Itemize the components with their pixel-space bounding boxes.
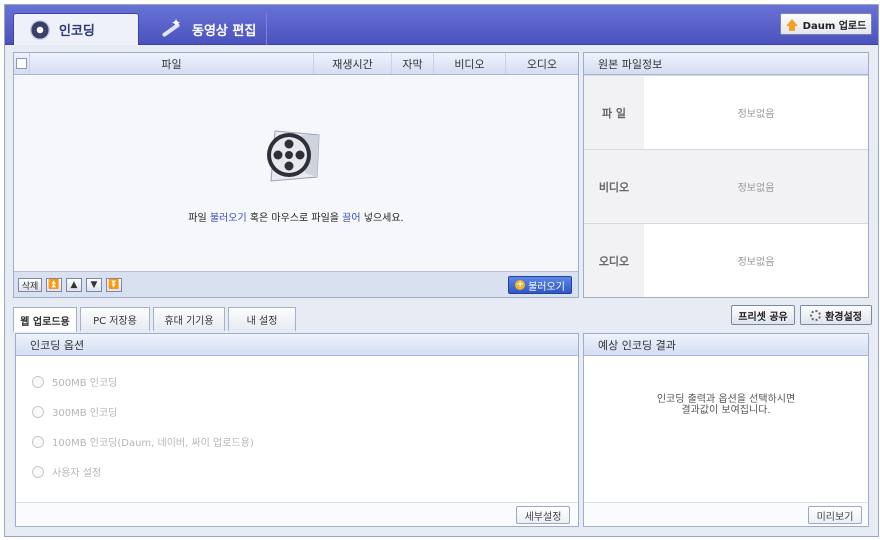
magic-wand-icon (159, 16, 183, 38)
option-label: 100MB 인코딩(Daum, 네이버, 싸이 업로드용) (52, 438, 254, 449)
info-row-video: 비디오 정보없음 (584, 149, 868, 223)
option-label: 사용자 설정 (52, 468, 102, 479)
checkbox-box (16, 58, 27, 69)
daum-upload-button[interactable]: Daum 업로드 (780, 13, 872, 35)
tab-encoding[interactable]: 인코딩 (13, 13, 139, 45)
option-300mb[interactable]: 300MB 인코딩 (32, 404, 117, 419)
file-list-panel: 파일 재생시간 자막 비디오 오디오 파일 불러오기 혹은 마우스로 파일을 끌… (13, 52, 579, 298)
delete-button[interactable]: 삭제 (18, 278, 42, 292)
option-500mb[interactable]: 500MB 인코딩 (32, 374, 117, 389)
option-100mb[interactable]: 100MB 인코딩(Daum, 네이버, 싸이 업로드용) (32, 434, 254, 449)
file-drop-area[interactable]: 파일 불러오기 혹은 마우스로 파일을 끌어 넣으세요. (14, 75, 578, 271)
expected-result-title: 예상 인코딩 결과 (584, 334, 868, 356)
info-value-audio: 정보없음 (737, 257, 775, 268)
move-top-button[interactable]: ⏫ (46, 278, 62, 292)
radio-button (32, 375, 44, 388)
option-label: 500MB 인코딩 (52, 378, 118, 389)
film-reel-icon (267, 130, 320, 182)
drag-link[interactable]: 끌어 (342, 213, 360, 224)
film-reel-icon (30, 19, 50, 40)
move-down-icon: ▼ (90, 280, 98, 290)
col-duration[interactable]: 재생시간 (314, 53, 392, 74)
preview-button[interactable]: 미리보기 (808, 506, 862, 524)
result-line-1: 인코딩 출력과 옵션을 선택하시면 (656, 394, 796, 405)
app-window: 인코딩 동영상 편집 Daum 업로드 파일 재생시간 자막 비디오 오디오 (4, 4, 879, 537)
preset-share-button[interactable]: 프리셋 공유 (731, 305, 795, 325)
move-bottom-button[interactable]: ⏬ (106, 278, 122, 292)
tab-my-settings[interactable]: 내 설정 (228, 307, 296, 331)
col-subtitle[interactable]: 자막 (392, 53, 434, 74)
info-label-audio: 오디오 (584, 224, 644, 297)
source-info-panel: 원본 파일정보 파 일 정보없음 비디오 정보없음 오디오 정보없음 (583, 52, 869, 298)
radio-button (32, 435, 44, 448)
expected-result-message: 인코딩 출력과 옵션을 선택하시면 결과값이 보여집니다. (584, 394, 868, 416)
load-button-label: 불러오기 (528, 281, 565, 293)
drop-text-mid: 혹은 마우스로 파일을 (246, 213, 343, 224)
load-link[interactable]: 불러오기 (210, 213, 247, 224)
encoding-options-footer: 세부설정 (16, 502, 578, 526)
drop-text-post: 넣으세요. (360, 213, 404, 224)
option-custom[interactable]: 사용자 설정 (32, 464, 101, 479)
radio-button (32, 405, 44, 418)
encoding-options-title: 인코딩 옵션 (16, 334, 578, 356)
encoding-options-panel: 인코딩 옵션 500MB 인코딩 300MB 인코딩 100MB 인코딩(Dau… (15, 333, 579, 527)
tab-encoding-label: 인코딩 (59, 24, 95, 39)
detail-settings-button[interactable]: 세부설정 (516, 506, 570, 524)
tab-web-upload[interactable]: 웹 업로드용 (13, 307, 77, 332)
select-all-checkbox[interactable] (14, 53, 30, 74)
source-info-title: 원본 파일정보 (584, 53, 868, 75)
col-video[interactable]: 비디오 (434, 53, 506, 74)
move-top-icon: ⏫ (48, 280, 60, 290)
radio-button (32, 465, 44, 478)
info-row-audio: 오디오 정보없음 (584, 223, 868, 297)
info-label-video: 비디오 (584, 150, 644, 223)
tab-pc-storage[interactable]: PC 저장용 (80, 307, 150, 331)
move-up-button[interactable]: ▲ (66, 278, 82, 292)
result-line-2: 결과값이 보여집니다. (681, 405, 771, 416)
option-label: 300MB 인코딩 (52, 408, 118, 419)
upload-arrow-icon (785, 18, 798, 31)
file-list-header: 파일 재생시간 자막 비디오 오디오 (14, 53, 578, 75)
info-value-file: 정보없음 (737, 109, 775, 120)
plus-icon: + (515, 280, 526, 290)
load-button[interactable]: + 불러오기 (508, 276, 572, 294)
drop-instructions: 파일 불러오기 혹은 마우스로 파일을 끌어 넣으세요. (14, 209, 578, 224)
col-file[interactable]: 파일 (30, 53, 314, 74)
move-down-button[interactable]: ▼ (86, 278, 102, 292)
info-label-file: 파 일 (584, 76, 644, 149)
tab-mobile-device[interactable]: 휴대 기기용 (153, 307, 225, 331)
move-bottom-icon: ⏬ (108, 280, 120, 290)
col-audio[interactable]: 오디오 (506, 53, 578, 74)
info-row-file: 파 일 정보없음 (584, 75, 868, 149)
expected-result-panel: 예상 인코딩 결과 인코딩 출력과 옵션을 선택하시면 결과값이 보여집니다. … (583, 333, 869, 527)
env-settings-button[interactable]: 환경설정 (800, 305, 872, 325)
move-up-icon: ▲ (70, 280, 78, 290)
tab-video-edit[interactable]: 동영상 편집 (143, 13, 267, 45)
top-tab-bar: 인코딩 동영상 편집 Daum 업로드 (5, 5, 878, 45)
drop-text-pre: 파일 (188, 213, 210, 224)
info-value-video: 정보없음 (737, 183, 775, 194)
gear-icon (810, 309, 822, 321)
env-settings-label: 환경설정 (825, 311, 862, 323)
daum-upload-label: Daum 업로드 (802, 20, 867, 32)
tab-video-edit-label: 동영상 편집 (192, 23, 257, 39)
expected-result-footer: 미리보기 (584, 502, 868, 526)
file-list-toolbar: 삭제 ⏫ ▲ ▼ ⏬ + 불러오기 (14, 271, 578, 297)
